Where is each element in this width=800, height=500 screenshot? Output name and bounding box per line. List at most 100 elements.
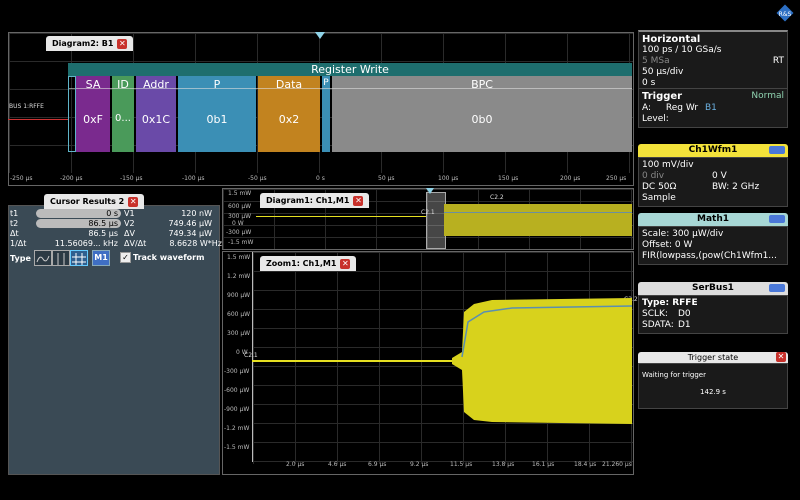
close-icon[interactable]: ✕ (117, 38, 128, 49)
xtick: 2.0 µs (286, 461, 305, 468)
segment-addr-head: Addr (143, 78, 169, 91)
ytick: 300 µW (228, 213, 252, 220)
math1-panel[interactable]: Math1 Scale: 300 µW/div Offset: 0 W FIR(… (638, 213, 788, 265)
horizontal-panel[interactable]: Horizontal 100 ps / 10 GSa/s 5 MSa RT 50… (638, 30, 788, 92)
segment-sa-value: 0xF (83, 113, 103, 126)
diagram1-tab[interactable]: Diagram1: Ch1,M1 ✕ (260, 193, 370, 208)
track-waveform-checkbox[interactable]: ✓ (120, 252, 131, 263)
math1-offset: Offset: 0 W (642, 240, 693, 250)
xtick: 16.1 µs (532, 461, 555, 468)
cursor-type-vertical-button[interactable] (34, 250, 52, 266)
ch1-coupling-row: DC 50Ω BW: 2 GHz (642, 182, 784, 193)
zoom1-yaxis: 1.5 mW 1.2 mW 900 µW 600 µW 300 µW 0 W -… (224, 252, 254, 467)
cursor-source-m1-button[interactable]: M1 (92, 250, 110, 266)
diagram2-tab[interactable]: Diagram2: B1 ✕ (46, 36, 134, 51)
serbus1-panel[interactable]: SerBus1 Type: RFFE SCLK: D0 SDATA: D1 (638, 282, 788, 334)
horizontal-scale: 50 µs/div (642, 67, 684, 77)
cursor-value: 120 nW (181, 209, 212, 218)
horizontal-cursor-icon (57, 253, 65, 265)
xtick: 200 µs (560, 175, 581, 182)
cursor-value: 86.5 µs (88, 229, 118, 238)
ch1wfm1-panel[interactable]: Ch1Wfm1 100 mV/div 0 div 0 V DC 50Ω BW: 2 … (638, 144, 788, 207)
diagram2-tab-label: Diagram2: B1 (52, 39, 114, 48)
cursor-results-tab-label: Cursor Results 2 (50, 197, 125, 206)
xtick: 13.8 µs (492, 461, 515, 468)
trigger-a-label: A: (642, 103, 652, 113)
ytick: -600 µW (224, 387, 250, 394)
vertical-cursor-icon (36, 255, 50, 263)
minimize-icon[interactable] (769, 215, 785, 223)
ch1-bandwidth: BW: 2 GHz (712, 182, 760, 192)
minimize-icon[interactable] (769, 284, 785, 292)
horizontal-resolution: 100 ps / 10 GSa/s (642, 45, 722, 55)
minimize-icon[interactable] (769, 146, 785, 154)
xtick: 100 µs (438, 175, 459, 182)
sclk-label: SCLK: (642, 309, 668, 319)
trigger-title: Trigger (642, 91, 683, 102)
track-waveform-label: Track waveform (133, 253, 205, 262)
trigger-state-text: Waiting for trigger (642, 371, 706, 379)
cursor-label: V2 (124, 219, 135, 228)
cursor-row-t2: t2 86.5 µs V2 749.46 µW (10, 219, 215, 228)
trigger-header: Trigger Normal (642, 91, 784, 103)
xtick: -200 µs (60, 175, 83, 182)
cursor-type-both-button[interactable] (70, 250, 88, 266)
segment-addr-value: 0x1C (141, 113, 171, 126)
ytick: -300 µW (224, 368, 250, 375)
xtick: -150 µs (120, 175, 143, 182)
diagram1-zoom-window[interactable] (426, 192, 446, 249)
ytick: 600 µW (227, 311, 251, 318)
xtick: -250 µs (10, 175, 33, 182)
trigger-source: B1 (704, 103, 717, 113)
trigger-level: Level: (642, 114, 669, 124)
cursor-row-invdt: 1/Δt 11.56069... kHz ΔV/Δt 8.6628 W*Hz (10, 239, 222, 248)
cursor-label: 1/Δt (10, 239, 27, 248)
xtick: 11.5 µs (450, 461, 473, 468)
ytick: 600 µW (228, 203, 252, 210)
zoom1-waveform (252, 298, 632, 424)
diagram1-c2-label: C2.2 (490, 194, 504, 201)
sclk-source: D0 (678, 309, 691, 319)
math1-expression: FIR(lowpass,(pow(Ch1Wfm1... (642, 251, 777, 261)
cursor-label: ΔV/Δt (124, 239, 147, 248)
trigger-type: Reg Wr (665, 103, 699, 113)
xtick: 150 µs (498, 175, 519, 182)
close-icon[interactable]: ✕ (353, 195, 364, 206)
xtick: -50 µs (248, 175, 267, 182)
serbus-title: SerBus1 (692, 283, 734, 293)
cursor-value: 11.56069... kHz (54, 239, 118, 248)
ch1-title: Ch1Wfm1 (688, 145, 738, 155)
serbus-type: Type: RFFE (642, 298, 698, 308)
crosshair-cursor-icon (72, 253, 86, 265)
ch1-mode: Sample (642, 193, 676, 203)
ch1-position: 0 div (642, 171, 665, 181)
cursor-row-dt: Δt 86.5 µs ΔV 749.34 µW (10, 229, 215, 238)
trigger-state-title: Trigger state (687, 353, 739, 362)
diagram2-xaxis: -250 µs -200 µs -150 µs -100 µs -50 µs 0… (8, 175, 632, 184)
cursor-type-label: Type (10, 254, 31, 263)
diagram1-trigger-marker (426, 188, 434, 194)
segment-data-head: Data (275, 78, 303, 91)
ytick: 1.5 mW (228, 190, 252, 197)
segment-id-head: ID (117, 78, 129, 91)
diagram1-c1-label: C2.1 (421, 209, 435, 216)
sdata-source: D1 (678, 320, 691, 330)
segment-id-value: 0... (115, 113, 131, 124)
math1-title: Math1 (696, 214, 729, 224)
diagram1-burst (444, 204, 632, 236)
trigger-panel[interactable]: Trigger Normal A: Reg Wr B1 Level: (638, 88, 788, 128)
cursor-type-horizontal-button[interactable] (52, 250, 70, 266)
ch1-coupling: DC 50Ω (642, 182, 677, 192)
close-icon[interactable]: ✕ (776, 352, 786, 362)
ytick: 0 W (232, 220, 244, 227)
horizontal-record: 5 MSa RT (642, 56, 784, 67)
cursor-value: 0 s (36, 209, 121, 218)
close-icon[interactable]: ✕ (128, 196, 139, 207)
serbus-sclk-row: SCLK: D0 (642, 309, 784, 320)
cursor-value: 8.6628 W*Hz (169, 239, 222, 248)
cursor-results-tab[interactable]: Cursor Results 2 ✕ (44, 194, 145, 209)
ch1-scale: 100 mV/div (642, 160, 694, 170)
ytick: -900 µW (224, 406, 250, 413)
register-write-banner: Register Write (68, 63, 632, 76)
trigger-state-panel[interactable]: Trigger state ✕ Waiting for trigger 142.9… (638, 352, 788, 409)
